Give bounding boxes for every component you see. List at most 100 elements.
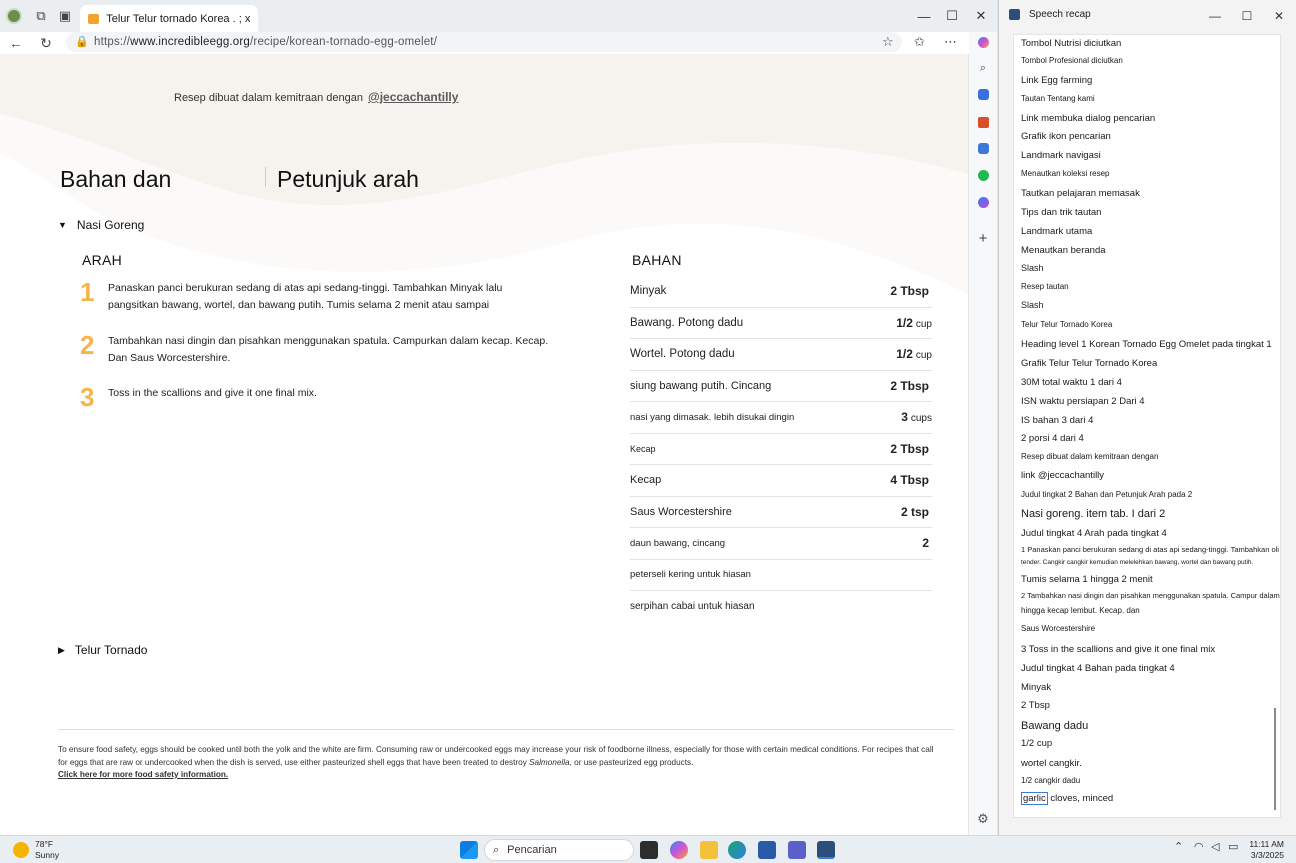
url-prefix: https:// <box>94 36 131 48</box>
caret-down-icon: ▼ <box>58 220 67 230</box>
sun-weather-icon[interactable] <box>13 842 29 858</box>
volume-icon[interactable]: ◁ <box>1211 840 1219 853</box>
refresh-icon[interactable]: ↻ <box>36 34 56 52</box>
weather-widget[interactable]: 78°F Sunny <box>35 839 59 861</box>
recipe-page: Resep dibuat dalam kemitraan dengan @jec… <box>0 54 968 835</box>
clock-date: 3/3/2025 <box>1250 850 1284 860</box>
ingredient-row: Wortel. Potong dadu 1/2 cup <box>630 339 932 371</box>
narrator-icon <box>1009 9 1020 20</box>
workspaces-icon[interactable]: ⧉ <box>32 7 50 25</box>
system-clock[interactable]: 11:11 AM 3/3/2025 <box>1246 839 1284 861</box>
active-tab[interactable]: Telur Telur tornado Korea . ; x + <box>80 5 258 32</box>
add-icon[interactable]: + <box>973 228 993 248</box>
more-icon[interactable]: ⋯ <box>944 34 957 50</box>
battery-icon[interactable]: ▭ <box>1228 840 1238 853</box>
close-icon[interactable]: ✕ <box>966 6 996 26</box>
recap-line: Judul tingkat 4 Arah pada tingkat 4 <box>1021 528 1167 539</box>
task-view-icon[interactable] <box>640 841 658 859</box>
url-host: www.incredibleegg.org <box>130 36 251 48</box>
file-explorer-icon[interactable] <box>700 841 718 859</box>
maximize-icon[interactable]: ☐ <box>937 6 967 26</box>
ingredient-name: Saus Worcestershire <box>630 505 732 518</box>
tab-directions-heading[interactable]: Petunjuk arah <box>277 166 419 193</box>
shopping-icon[interactable] <box>973 84 993 104</box>
partner-link[interactable]: @jeccachantilly <box>368 90 458 104</box>
ingredient-amount: 4 Tbsp <box>890 473 929 488</box>
recap-line: 1/2 cup <box>1021 738 1053 749</box>
accordion-telur-tornado[interactable]: ▶ Telur Tornado <box>58 643 147 657</box>
ingredient-row: Saus Worcestershire 2 tsp <box>630 497 932 528</box>
weather-condition: Sunny <box>35 850 60 860</box>
recap-minimize-icon[interactable]: — <box>1205 9 1225 25</box>
ingredient-row: Kecap 4 Tbsp <box>630 465 932 497</box>
step-number: 3 <box>80 382 95 412</box>
recap-line: IS bahan 3 dari 4 <box>1021 415 1094 426</box>
office-icon[interactable] <box>973 138 993 158</box>
recap-close-icon[interactable]: ✕ <box>1269 9 1289 25</box>
recap-line: Landmark utama <box>1021 226 1093 237</box>
recap-line: Slash <box>1021 263 1044 273</box>
salmonella-text: Salmonella <box>529 757 570 767</box>
recap-line: Link membuka dialog pencarian <box>1021 113 1156 124</box>
tab-ingredients-heading[interactable]: Bahan dan <box>60 166 171 193</box>
ingredient-amount: 2 tsp <box>900 504 929 519</box>
recap-line: 2 Tambahkan nasi dingin dan pisahkan men… <box>1021 591 1280 600</box>
url-field[interactable]: 🔒 https://www.incredibleegg.org/recipe/k… <box>66 32 902 52</box>
direction-step: 2 Tambahkan nasi dingin dan pisahkan men… <box>80 332 550 367</box>
accordion-label: Telur Tornado <box>74 643 148 657</box>
tools-icon[interactable] <box>973 112 993 132</box>
footer-divider <box>58 729 954 730</box>
recap-title: Speech recap <box>1029 9 1091 20</box>
recap-line: Menautkan beranda <box>1021 245 1106 256</box>
recap-line: wortel cangkir. <box>1021 758 1082 769</box>
recap-line-current: garlic cloves, minced <box>1021 792 1113 805</box>
teams-icon[interactable] <box>788 841 806 859</box>
back-icon[interactable]: ← <box>6 34 26 52</box>
recap-list[interactable]: Tombol Nutrisi diciutkan Tombol Profesio… <box>1013 34 1281 818</box>
copilot-icon[interactable] <box>973 32 993 52</box>
messenger-icon[interactable] <box>973 192 993 212</box>
edge-browser-icon[interactable] <box>728 841 746 859</box>
narrator-focus-word: garlic <box>1021 792 1048 805</box>
recap-scrollbar[interactable] <box>1274 708 1276 810</box>
store-icon[interactable] <box>758 841 776 859</box>
search-icon: ⌕ <box>493 843 500 856</box>
ingredient-amount: 2 Tbsp <box>890 378 929 393</box>
taskbar: 78°F Sunny ⌕ Pencarian ⌃ ◠ ◁ ▭ 11:11 AM … <box>0 835 1296 863</box>
copilot-taskbar-icon[interactable] <box>670 841 688 859</box>
recap-line: tender. Cangkir cangkir kemudian meleleh… <box>1021 559 1254 566</box>
ingredient-row: peterseli kering untuk hiasan <box>630 560 932 591</box>
recap-line: 1 Panaskan panci berukuran sedang di ata… <box>1021 545 1279 554</box>
caret-right-icon: ▶ <box>58 644 65 655</box>
network-icon[interactable]: ◠ <box>1194 840 1204 853</box>
speech-recap-window: Speech recap — ☐ ✕ Tombol Nutrisi diciut… <box>998 0 1296 835</box>
windows-start-icon[interactable] <box>460 841 478 859</box>
settings-gear-icon[interactable]: ⚙ <box>973 809 993 829</box>
ingredient-name: daun bawang, cincang <box>630 537 726 549</box>
spotify-icon[interactable] <box>973 165 993 185</box>
tab-actions-icon[interactable]: ▣ <box>56 7 74 25</box>
partner-text: Resep dibuat dalam kemitraan dengan <box>174 92 363 104</box>
food-safety-link[interactable]: Click here for more food safety informat… <box>58 770 228 779</box>
heading-divider <box>265 167 266 187</box>
ingredient-name: siung bawang putih. Cincang <box>630 379 772 392</box>
step-text: Tambahkan nasi dingin dan pisahkan mengg… <box>108 335 549 364</box>
ingredient-row: Bawang. Potong dadu 1/2 cup <box>630 308 932 339</box>
recap-maximize-icon[interactable]: ☐ <box>1237 9 1257 25</box>
recap-line: Landmark navigasi <box>1021 150 1101 161</box>
accordion-nasi-goreng[interactable]: ▼ Nasi Goreng <box>58 218 144 232</box>
ingredient-amount: 1/2 cup <box>896 347 932 362</box>
recap-line: Resep dibuat dalam kemitraan dengan <box>1021 452 1159 461</box>
narrator-taskbar-icon[interactable] <box>817 841 835 859</box>
profile-avatar[interactable] <box>5 7 23 25</box>
search-icon[interactable]: ⌕ <box>973 58 993 78</box>
favorites-icon[interactable]: ✩ <box>914 34 925 50</box>
minimize-icon[interactable]: — <box>909 6 939 26</box>
tray-overflow-icon[interactable]: ⌃ <box>1174 840 1183 853</box>
recap-line: Resep tautan <box>1021 282 1069 291</box>
favorite-star-icon[interactable]: ☆ <box>882 34 894 50</box>
recap-line: 1/2 cangkir dadu <box>1021 776 1081 785</box>
food-safety-notice: To ensure food safety, eggs should be co… <box>58 745 934 779</box>
taskbar-search[interactable]: ⌕ Pencarian <box>484 839 634 861</box>
ingredient-row: siung bawang putih. Cincang 2 Tbsp <box>630 371 932 402</box>
